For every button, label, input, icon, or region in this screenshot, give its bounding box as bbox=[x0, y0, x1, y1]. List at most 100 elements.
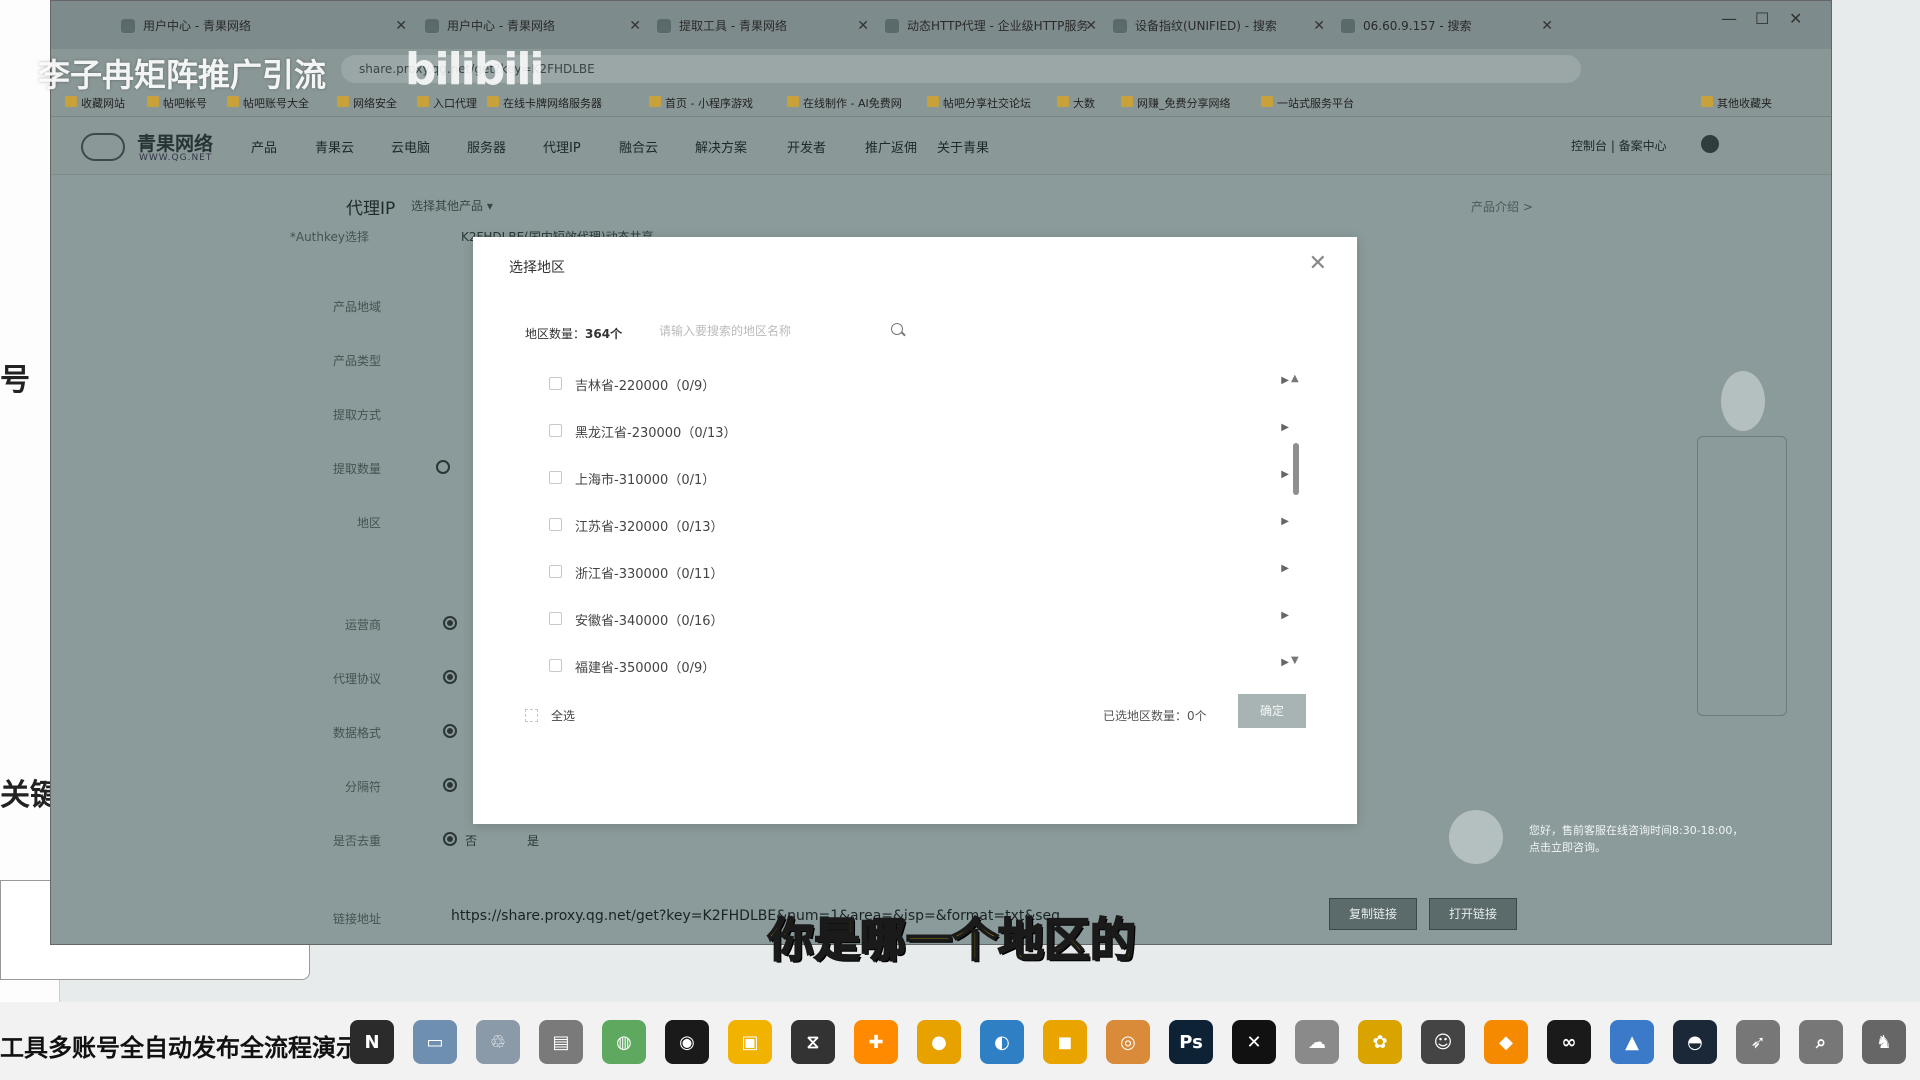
browser-tab-3[interactable]: 提取工具 - 青果网络 ✕ bbox=[649, 11, 875, 41]
dedup-yes-label[interactable]: 是 bbox=[527, 832, 539, 849]
app-icon[interactable]: ◼ bbox=[1043, 1020, 1087, 1064]
share-icon[interactable]: ✿ bbox=[1358, 1020, 1402, 1064]
format-radio[interactable] bbox=[443, 724, 457, 738]
region-item[interactable]: 黑龙江省-230000（0/13） ▶ bbox=[549, 418, 1289, 444]
bookmark-item[interactable]: 在线制作 - AI免费网 bbox=[787, 95, 902, 111]
nav-item[interactable]: 解决方案 bbox=[695, 137, 747, 156]
avatar-icon[interactable]: ☺ bbox=[1421, 1020, 1465, 1064]
nav-item[interactable]: 产品 bbox=[251, 137, 277, 156]
nav-item[interactable]: 推广返佣 bbox=[865, 137, 917, 156]
region-item[interactable]: 上海市-310000（0/1） ▶ bbox=[549, 465, 1289, 491]
user-avatar-icon[interactable] bbox=[1701, 135, 1719, 153]
minimize-icon[interactable]: — bbox=[1721, 9, 1737, 28]
copy-link-button[interactable]: 复制链接 bbox=[1329, 898, 1417, 930]
scroll-up-icon[interactable]: ▲ bbox=[1291, 373, 1299, 384]
bookmark-item[interactable]: 帖吧分享社交论坛 bbox=[927, 95, 1031, 111]
tool-icon[interactable]: ✚ bbox=[854, 1020, 898, 1064]
arrow-icon[interactable]: ➶ bbox=[1736, 1020, 1780, 1064]
capcut-icon[interactable]: ⧖ bbox=[791, 1020, 835, 1064]
browser-tab-4[interactable]: 动态HTTP代理 - 企业级HTTP服务 ✕ bbox=[877, 11, 1103, 41]
browser-tab-2[interactable]: 用户中心 - 青果网络 ✕ bbox=[417, 11, 647, 41]
steam-icon[interactable]: ◓ bbox=[1673, 1020, 1717, 1064]
bookmark-item[interactable]: 收藏网站 bbox=[65, 95, 125, 111]
tab-close-icon[interactable]: ✕ bbox=[1313, 11, 1325, 41]
recycle-icon[interactable]: ♲ bbox=[476, 1020, 520, 1064]
region-checkbox[interactable] bbox=[549, 659, 562, 672]
chat-mascot-icon[interactable] bbox=[1449, 810, 1503, 864]
region-item[interactable]: 吉林省-220000（0/9） ▶ bbox=[549, 371, 1289, 397]
browser-tab-1[interactable]: 用户中心 - 青果网络 ✕ bbox=[113, 11, 413, 41]
bookmark-item[interactable]: 在线卡牌网络服务器 bbox=[487, 95, 602, 111]
nav-item[interactable]: 青果云 bbox=[315, 137, 354, 156]
region-checkbox[interactable] bbox=[549, 377, 562, 390]
wechat-icon[interactable]: ◍ bbox=[602, 1020, 646, 1064]
mountain-icon[interactable]: ▲ bbox=[1610, 1020, 1654, 1064]
nav-item[interactable]: 服务器 bbox=[467, 137, 506, 156]
expand-arrow-icon[interactable]: ▶ bbox=[1281, 516, 1289, 527]
scroll-down-icon[interactable]: ▼ bbox=[1291, 655, 1299, 666]
expand-arrow-icon[interactable]: ▶ bbox=[1281, 610, 1289, 621]
quantity-radio[interactable] bbox=[436, 460, 450, 474]
nav-item[interactable]: 开发者 bbox=[787, 137, 826, 156]
bookmark-item[interactable]: 网络安全 bbox=[337, 95, 397, 111]
tab-close-icon[interactable]: ✕ bbox=[395, 11, 407, 41]
bookmark-item[interactable]: 网赚_免费分享网络 bbox=[1121, 95, 1231, 111]
folder-icon[interactable]: ▣ bbox=[728, 1020, 772, 1064]
select-all-checkbox[interactable] bbox=[525, 709, 538, 722]
region-item[interactable]: 安徽省-340000（0/16） ▶ bbox=[549, 606, 1289, 632]
calc-icon[interactable]: ▤ bbox=[539, 1020, 583, 1064]
shield-icon[interactable]: ◆ bbox=[1484, 1020, 1528, 1064]
tab-close-icon[interactable]: ✕ bbox=[629, 11, 641, 41]
bear-icon[interactable]: ♞ bbox=[1862, 1020, 1906, 1064]
nav-item[interactable]: 关于青果 bbox=[937, 137, 989, 156]
side-contact-widget[interactable] bbox=[1697, 436, 1787, 716]
product-intro-link[interactable]: 产品介绍 > bbox=[1471, 198, 1533, 215]
browser-tab-6[interactable]: 06.60.9.157 - 搜索 ✕ bbox=[1333, 11, 1559, 41]
loop-icon[interactable]: ∞ bbox=[1547, 1020, 1591, 1064]
search-icon[interactable] bbox=[891, 323, 903, 335]
open-link-button[interactable]: 打开链接 bbox=[1429, 898, 1517, 930]
qq-icon[interactable]: ◉ bbox=[665, 1020, 709, 1064]
nav-item[interactable]: 融合云 bbox=[619, 137, 658, 156]
bookmark-item[interactable]: 其他收藏夹 bbox=[1701, 95, 1772, 111]
product-selector[interactable]: 选择其他产品 ▾ bbox=[411, 197, 493, 214]
chat-tip-text[interactable]: 您好，售前客服在线咨询时间8:30-18:00，点击立即咨询。 bbox=[1529, 822, 1749, 856]
region-checkbox[interactable] bbox=[549, 424, 562, 437]
expand-arrow-icon[interactable]: ▶ bbox=[1281, 422, 1289, 433]
ps-icon[interactable]: Ps bbox=[1169, 1020, 1213, 1064]
region-checkbox[interactable] bbox=[549, 518, 562, 531]
dedup-no-radio[interactable] bbox=[443, 832, 457, 846]
region-item[interactable]: 江苏省-320000（0/13） ▶ bbox=[549, 512, 1289, 538]
chrome-icon[interactable]: ● bbox=[917, 1020, 961, 1064]
bookmark-item[interactable]: 帖吧账号大全 bbox=[227, 95, 309, 111]
expand-arrow-icon[interactable]: ▶ bbox=[1281, 469, 1289, 480]
tab-close-icon[interactable]: ✕ bbox=[1541, 11, 1553, 41]
nav-item[interactable]: 代理IP bbox=[543, 137, 581, 156]
region-checkbox[interactable] bbox=[549, 471, 562, 484]
confirm-button[interactable]: 确定 bbox=[1238, 694, 1306, 728]
region-item[interactable]: 福建省-350000（0/9） ▶ bbox=[549, 653, 1289, 679]
close-window-icon[interactable]: ✕ bbox=[1789, 9, 1802, 28]
bookmark-item[interactable]: 一站式服务平台 bbox=[1261, 95, 1354, 111]
bookmark-item[interactable]: 帖吧帐号 bbox=[147, 95, 207, 111]
region-checkbox[interactable] bbox=[549, 612, 562, 625]
edge-icon[interactable]: ◐ bbox=[980, 1020, 1024, 1064]
bookmark-item[interactable]: 大数 bbox=[1057, 95, 1095, 111]
jianying-icon[interactable]: ✕ bbox=[1232, 1020, 1276, 1064]
region-checkbox[interactable] bbox=[549, 565, 562, 578]
bookmark-item[interactable]: 首页 - 小程序游戏 bbox=[649, 95, 753, 111]
expand-arrow-icon[interactable]: ▶ bbox=[1281, 375, 1289, 386]
region-item[interactable]: 浙江省-330000（0/11） ▶ bbox=[549, 559, 1289, 585]
expand-arrow-icon[interactable]: ▶ bbox=[1281, 657, 1289, 668]
cloud-icon[interactable]: ☁ bbox=[1295, 1020, 1339, 1064]
photo-icon[interactable]: ◎ bbox=[1106, 1020, 1150, 1064]
select-all-label[interactable]: 全选 bbox=[551, 707, 575, 724]
scrollbar-thumb[interactable] bbox=[1293, 443, 1299, 495]
console-link[interactable]: 控制台 | 备案中心 bbox=[1571, 137, 1667, 154]
tab-close-icon[interactable]: ✕ bbox=[857, 11, 869, 41]
nav-item[interactable]: 云电脑 bbox=[391, 137, 430, 156]
logo-text[interactable]: 青果网络 bbox=[137, 129, 213, 156]
terminal-icon[interactable]: ▭ bbox=[413, 1020, 457, 1064]
separator-radio[interactable] bbox=[443, 778, 457, 792]
bookmark-item[interactable]: 入口代理 bbox=[417, 95, 477, 111]
